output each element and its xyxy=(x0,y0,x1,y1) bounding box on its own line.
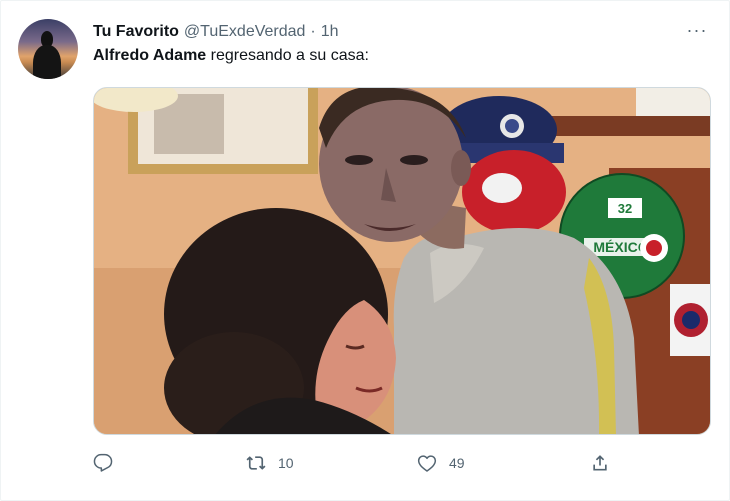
tweet-text-mention: Alfredo Adame xyxy=(93,47,207,64)
avatar[interactable] xyxy=(18,19,78,79)
tweet-media-photo[interactable]: MÉXICO 32 xyxy=(93,87,711,435)
share-button[interactable] xyxy=(590,449,610,477)
retweet-button[interactable]: 10 xyxy=(246,449,294,477)
tweet-header: Tu Favorito @TuExdeVerdad · 1h xyxy=(93,21,339,43)
avatar-figure-body xyxy=(33,45,61,79)
tweet-text: Alfredo Adame regresando a su casa: xyxy=(93,47,369,65)
tweet-text-body: regresando a su casa: xyxy=(206,47,369,64)
ball-number-text: 32 xyxy=(618,201,632,216)
reply-button[interactable] xyxy=(93,449,125,477)
more-icon[interactable]: ··· xyxy=(684,21,710,41)
separator-dot: · xyxy=(310,23,316,40)
tweet-actions: 10 49 xyxy=(93,449,613,477)
reply-icon xyxy=(93,453,113,472)
retweet-count: 10 xyxy=(278,455,294,471)
tweet-timestamp[interactable]: 1h xyxy=(321,23,339,41)
like-icon xyxy=(417,455,437,472)
share-icon xyxy=(593,455,607,471)
retweet-icon xyxy=(246,456,266,470)
tweet-card[interactable]: Tu Favorito @TuExdeVerdad · 1h ··· Alfre… xyxy=(0,0,730,501)
like-button[interactable]: 49 xyxy=(417,449,465,477)
photo-illustration: MÉXICO 32 xyxy=(94,88,710,434)
author-handle[interactable]: @TuExdeVerdad xyxy=(184,23,306,41)
like-count: 49 xyxy=(449,455,465,471)
author-name[interactable]: Tu Favorito xyxy=(93,23,179,41)
